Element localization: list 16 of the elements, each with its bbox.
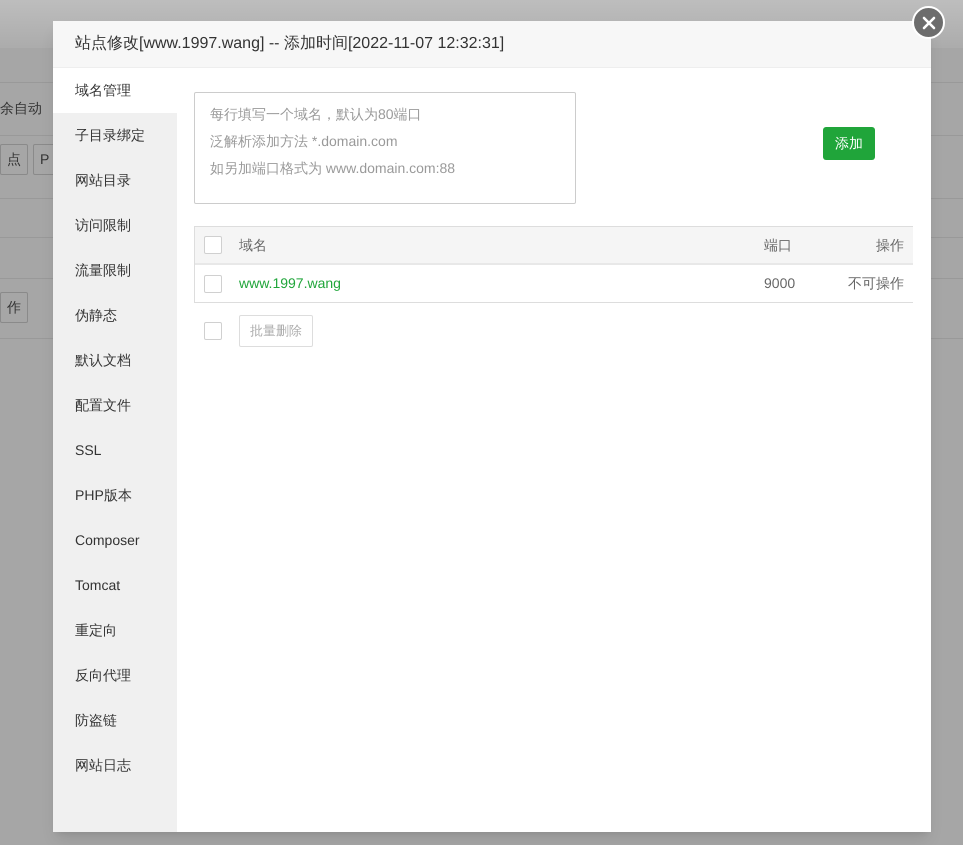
placeholder-line: 每行填写一个域名，默认为80端口: [210, 105, 423, 124]
page-button[interactable]: 点: [0, 144, 28, 175]
sidebar-item[interactable]: 域名管理: [53, 68, 177, 113]
checkbox[interactable]: [204, 236, 222, 254]
column-header: 端口: [764, 236, 793, 254]
dialog-title: 站点修改[www.1997.wang] -- 添加时间[2022-11-07 12:32:31]: [53, 21, 931, 68]
column-header: 域名: [239, 236, 268, 254]
table-cell-text: 9000: [764, 274, 796, 293]
placeholder-line: 如另加端口格式为 www.domain.com:88: [210, 159, 456, 178]
checkbox[interactable]: [204, 274, 222, 292]
page-text: 余自动: [0, 99, 42, 118]
table-cell-text: 不可操作: [847, 274, 904, 293]
column-header: 操作: [875, 236, 904, 254]
checkbox[interactable]: [204, 322, 222, 340]
page-button[interactable]: 作: [0, 292, 28, 323]
placeholder-line: 泛解析添加方法 *.domain.com: [210, 132, 398, 151]
